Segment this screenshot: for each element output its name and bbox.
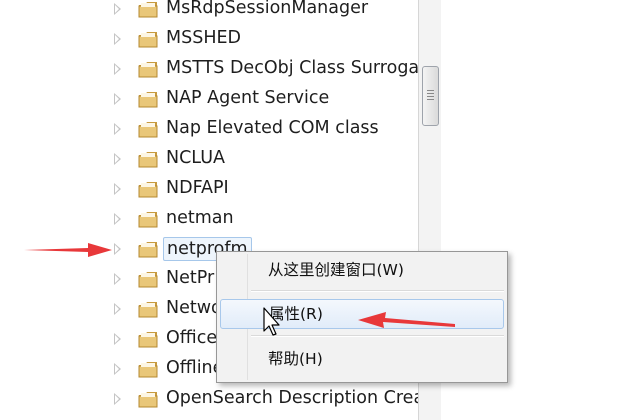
folder-icon xyxy=(138,32,158,48)
grip-line xyxy=(427,90,434,91)
tree-item-netman[interactable]: netman xyxy=(0,204,418,234)
menu-item-open-new-window[interactable]: 从这里创建窗口(W) xyxy=(220,256,504,284)
tree-item-msrdpsessionmanager[interactable]: MsRdpSessionManager xyxy=(0,0,418,24)
folder-icon xyxy=(138,62,158,78)
tree-item-nap-elevated-com-class[interactable]: Nap Elevated COM class xyxy=(0,114,418,144)
mouse-cursor-icon xyxy=(263,307,280,336)
tree-item-label: Office xyxy=(166,328,218,348)
folder-icon xyxy=(138,92,158,108)
menu-item-label: 从这里创建窗口(W) xyxy=(268,261,404,279)
folder-icon xyxy=(138,122,158,138)
tree-item-label: NAP Agent Service xyxy=(166,88,330,108)
folder-icon xyxy=(138,182,158,198)
expand-triangle-icon[interactable] xyxy=(114,183,121,195)
tree-item-label: Nap Elevated COM class xyxy=(166,118,379,138)
tree-item-label: NetPr xyxy=(166,268,215,288)
expand-triangle-icon[interactable] xyxy=(114,333,121,345)
tree-item-nclua[interactable]: NCLUA xyxy=(0,144,418,174)
tree-item-label: Netwo xyxy=(166,298,222,318)
menu-item-help[interactable]: 帮助(H) xyxy=(220,345,504,373)
tree-item-msshed[interactable]: MSSHED xyxy=(0,24,418,54)
tree-item-label: MSTTS DecObj Class Surroga xyxy=(166,58,418,78)
expand-triangle-icon[interactable] xyxy=(114,243,121,255)
tree-item-label: MSSHED xyxy=(166,28,242,48)
expand-triangle-icon[interactable] xyxy=(114,3,121,15)
expand-triangle-icon[interactable] xyxy=(114,303,121,315)
tree-item-label: NDFAPI xyxy=(166,178,229,198)
tree-item-label: OpenSearch Description Crea xyxy=(166,388,418,408)
expand-triangle-icon[interactable] xyxy=(114,93,121,105)
folder-icon xyxy=(138,212,158,228)
expand-triangle-icon[interactable] xyxy=(114,33,121,45)
menu-separator xyxy=(251,290,504,292)
expand-triangle-icon[interactable] xyxy=(114,363,121,375)
tree-item-label: MsRdpSessionManager xyxy=(166,0,369,18)
folder-icon xyxy=(138,332,158,348)
tree-item-opensearch[interactable]: OpenSearch Description Crea xyxy=(0,384,418,414)
folder-icon xyxy=(138,2,158,18)
folder-icon xyxy=(138,272,158,288)
annotation-arrow-icon xyxy=(358,312,455,328)
expand-triangle-icon[interactable] xyxy=(114,273,121,285)
tree-item-label: NCLUA xyxy=(166,148,225,168)
menu-item-label: 帮助(H) xyxy=(268,350,323,368)
expand-triangle-icon[interactable] xyxy=(114,123,121,135)
grip-line xyxy=(427,93,434,94)
grip-line xyxy=(427,96,434,97)
folder-icon xyxy=(138,152,158,168)
tree-item-nap-agent-service[interactable]: NAP Agent Service xyxy=(0,84,418,114)
expand-triangle-icon[interactable] xyxy=(114,213,121,225)
tree-item-label: Offline xyxy=(166,358,224,378)
folder-icon xyxy=(138,302,158,318)
expand-triangle-icon[interactable] xyxy=(114,153,121,165)
folder-icon xyxy=(138,392,158,408)
annotation-arrow-icon xyxy=(24,243,112,257)
expand-triangle-icon[interactable] xyxy=(114,63,121,75)
scrollbar-thumb[interactable] xyxy=(422,66,439,126)
tree-item-mstts-decobj[interactable]: MSTTS DecObj Class Surroga xyxy=(0,54,418,84)
expand-triangle-icon[interactable] xyxy=(114,393,121,405)
folder-icon xyxy=(138,362,158,378)
folder-icon xyxy=(138,242,158,258)
grip-line xyxy=(427,99,434,100)
tree-item-ndfapi[interactable]: NDFAPI xyxy=(0,174,418,204)
tree-item-label: netman xyxy=(166,208,234,228)
